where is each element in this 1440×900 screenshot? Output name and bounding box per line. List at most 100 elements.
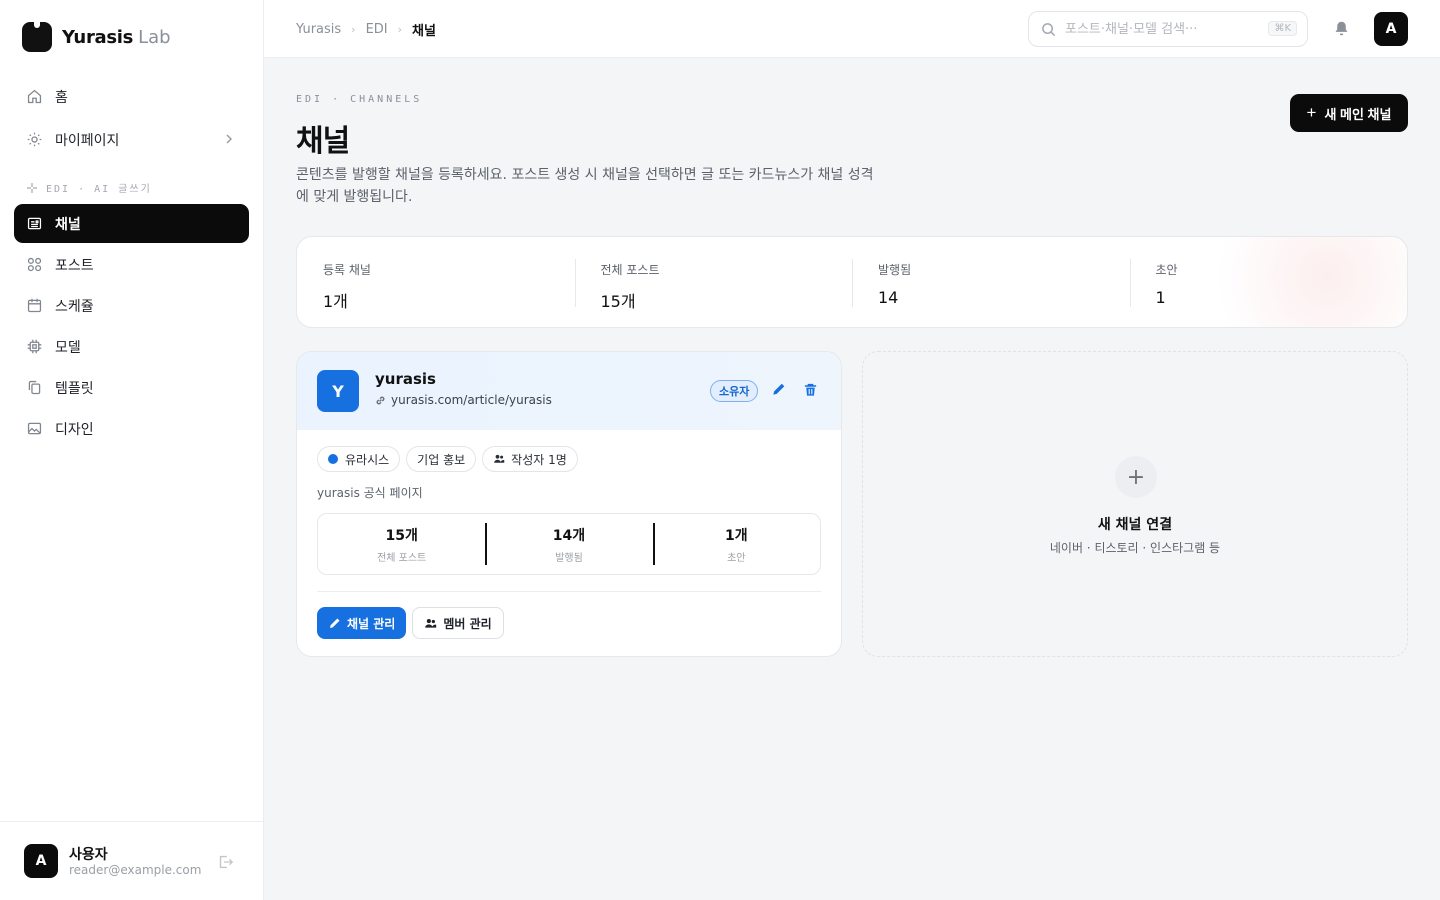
new-main-channel-button[interactable]: + 새 메인 채널: [1290, 94, 1408, 132]
channel-actions: 채널 관리 멤버 관리: [317, 607, 821, 639]
channel-stat-label: 발행됨: [555, 553, 583, 564]
brand-suffix: Lab: [138, 26, 171, 48]
topbar: Yurasis › EDI › 채널 ⌘K A: [264, 0, 1440, 58]
breadcrumb-item[interactable]: EDI: [366, 22, 388, 37]
sidebar-item-model[interactable]: 모델: [14, 327, 249, 366]
calendar-icon: [27, 298, 42, 313]
user-profile: A 사용자 reader@example.com: [0, 821, 263, 900]
sidebar-item-label: 디자인: [55, 421, 94, 438]
stat-total-posts: 전체 포스트 15개: [574, 237, 853, 327]
channel-card: Y yurasis yurasis.com/article/yurasis 소유…: [296, 351, 842, 657]
page-description: 콘텐츠를 발행할 채널을 등록하세요. 포스트 생성 시 채널을 선택하면 글 …: [296, 167, 874, 205]
chevron-right-icon: [223, 133, 235, 145]
newspaper-icon: [27, 217, 42, 230]
trash-icon[interactable]: [803, 382, 819, 398]
image-icon: [27, 422, 42, 435]
section-label-edi: EDI · AI 글쓰기: [26, 180, 152, 195]
user-email: reader@example.com: [69, 863, 202, 877]
sidebar-item-post[interactable]: 포스트: [14, 245, 249, 284]
chip-icon: [27, 339, 42, 354]
logo-icon: [22, 20, 52, 52]
stat-value: 15개: [600, 292, 636, 311]
plus-icon: +: [1115, 456, 1157, 498]
breadcrumb-current: 채널: [412, 24, 436, 39]
sidebar-item-label: 포스트: [55, 257, 94, 274]
channel-stat-value: 1개: [725, 528, 748, 544]
stat-value: 1: [1155, 288, 1166, 307]
channel-stat-value: 15개: [385, 528, 418, 544]
stat-label: 초안: [1155, 263, 1178, 277]
channel-stat-value: 14개: [552, 528, 586, 544]
sidebar-item-channel[interactable]: 채널: [14, 204, 249, 243]
search-input[interactable]: [1065, 21, 1265, 37]
bell-icon[interactable]: [1333, 20, 1350, 37]
stat-value: 14: [878, 288, 899, 307]
sidebar-item-label: 홈: [55, 89, 68, 106]
stat-label: 등록 채널: [323, 263, 371, 277]
search-box[interactable]: ⌘K: [1028, 11, 1308, 47]
channel-stat-label: 초안: [727, 553, 746, 564]
sidebar-item-label: 모델: [55, 339, 81, 356]
sidebar-item-design[interactable]: 디자인: [14, 409, 249, 448]
logout-icon[interactable]: [216, 853, 234, 871]
user-name: 사용자: [69, 847, 108, 863]
stat-label: 전체 포스트: [600, 263, 660, 277]
channel-stat-total: 15개 전체 포스트: [318, 514, 485, 574]
brand-dot-icon: [328, 454, 338, 464]
sparkle-icon: [27, 182, 37, 193]
sidebar-item-label: 마이페이지: [55, 132, 120, 149]
brand-name: Yurasis: [62, 26, 134, 48]
channel-card-body: 유라시스 기업 홍보 작성자 1명 yurasis 공식 페이지 15개 전체 …: [297, 430, 841, 639]
chevron-right-icon: ›: [397, 23, 403, 36]
breadcrumb: Yurasis › EDI › 채널: [296, 20, 436, 39]
channel-description: yurasis 공식 페이지: [317, 486, 423, 500]
add-channel-card[interactable]: + 새 채널 연결 네이버 · 티스토리 · 인스타그램 등: [862, 351, 1408, 657]
grid-icon: [27, 257, 42, 272]
breadcrumb-item[interactable]: Yurasis: [296, 22, 341, 37]
channel-name: yurasis: [375, 370, 436, 388]
users-icon: [425, 618, 437, 628]
sidebar-item-label: 채널: [55, 216, 81, 233]
channel-stat-published: 14개 발행됨: [485, 514, 652, 574]
channel-stats: 15개 전체 포스트 14개 발행됨 1개 초안: [317, 513, 821, 575]
home-icon: [27, 89, 42, 104]
users-icon: [494, 454, 505, 463]
channel-avatar: Y: [317, 370, 359, 412]
sidebar-item-home[interactable]: 홈: [14, 77, 249, 116]
channel-stat-label: 전체 포스트: [377, 553, 427, 564]
pencil-icon: [330, 617, 340, 628]
sidebar-item-label: 스케쥴: [55, 298, 94, 315]
brand-logo[interactable]: Yurasis Lab: [22, 20, 171, 52]
topbar-avatar[interactable]: A: [1374, 12, 1408, 46]
edit-pencil-icon[interactable]: [771, 382, 787, 398]
manage-channel-button[interactable]: 채널 관리: [317, 607, 407, 639]
sidebar-item-schedule[interactable]: 스케쥴: [14, 286, 249, 325]
add-channel-title: 새 채널 연결: [1097, 517, 1173, 533]
stat-value: 1개: [323, 292, 348, 311]
page-title: 채널: [296, 124, 350, 159]
gear-icon: [27, 132, 42, 147]
chip-writers: 작성자 1명: [482, 446, 578, 472]
sidebar-item-mypage[interactable]: 마이페이지: [14, 120, 249, 159]
channel-stat-drafts: 1개 초안: [652, 514, 820, 574]
chip-brand: 유라시스: [317, 446, 401, 472]
sidebar-item-template[interactable]: 템플릿: [14, 368, 249, 407]
stat-registered-channels: 등록 채널 1개: [297, 237, 575, 327]
owner-badge: 소유자: [710, 380, 759, 402]
sidebar-item-label: 템플릿: [55, 380, 94, 397]
user-avatar[interactable]: A: [24, 844, 58, 878]
search-shortcut: ⌘K: [1268, 21, 1297, 36]
manage-members-button[interactable]: 멤버 관리: [412, 607, 504, 639]
divider: [317, 591, 821, 592]
copy-icon: [28, 380, 41, 395]
chevron-right-icon: ›: [351, 23, 356, 36]
page-eyebrow: EDI · CHANNELS: [296, 94, 423, 105]
stat-published: 발행됨 14: [852, 237, 1130, 327]
add-channel-subtitle: 네이버 · 티스토리 · 인스타그램 등: [1049, 541, 1221, 555]
link-icon: [376, 396, 385, 404]
channel-url[interactable]: yurasis.com/article/yurasis: [375, 393, 552, 407]
chip-category: 기업 홍보: [406, 446, 477, 472]
channel-tags: 유라시스 기업 홍보 작성자 1명: [317, 446, 821, 472]
plus-icon: +: [1306, 103, 1317, 122]
channel-card-header: Y yurasis yurasis.com/article/yurasis 소유…: [297, 352, 841, 430]
